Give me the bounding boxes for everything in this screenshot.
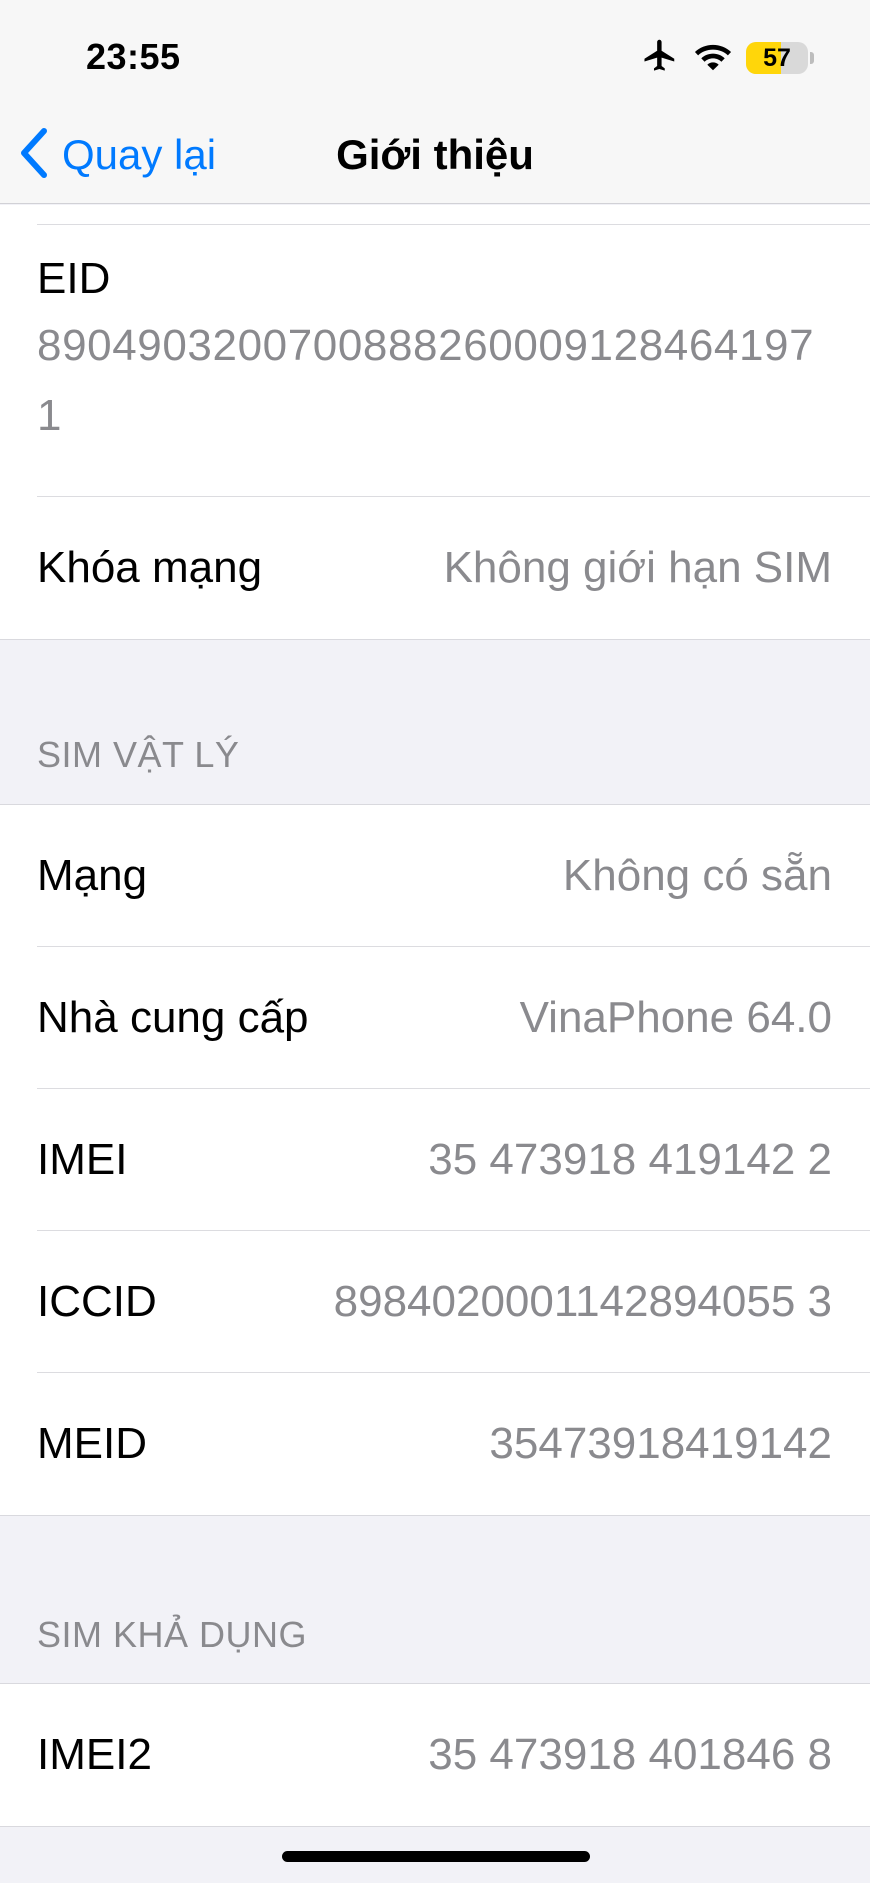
back-button[interactable]: Quay lại <box>18 124 216 186</box>
meid-row[interactable]: MEID 35473918419142 <box>37 1373 870 1515</box>
iccid-value: 8984020001142894055 3 <box>333 1276 832 1326</box>
iccid-label: ICCID <box>37 1276 157 1326</box>
imei2-label: IMEI2 <box>37 1730 152 1779</box>
battery-cap <box>810 52 814 64</box>
network-lock-label: Khóa mạng <box>37 543 263 592</box>
carrier-label: Nhà cung cấp <box>37 992 309 1042</box>
imei-value: 35 473918 419142 2 <box>428 1134 832 1184</box>
eid-row[interactable]: EID 89049032007008882600091284641971 <box>37 225 870 497</box>
section-header-available-sim: SIM KHẢ DỤNG <box>37 1614 308 1655</box>
network-value: Không có sẵn <box>562 850 832 900</box>
carrier-row[interactable]: Nhà cung cấp VinaPhone 64.0 <box>37 947 870 1089</box>
airplane-icon <box>640 37 680 80</box>
wifi-icon <box>694 39 732 78</box>
status-time: 23:55 <box>86 36 181 77</box>
eid-group: EID 89049032007008882600091284641971 Khó… <box>0 205 870 640</box>
chevron-left-icon <box>18 127 48 184</box>
eid-value: 89049032007008882600091284641971 <box>37 321 815 440</box>
network-lock-row[interactable]: Khóa mạng Không giới hạn SIM <box>37 497 870 639</box>
home-indicator[interactable] <box>282 1851 590 1862</box>
battery-icon: 57 <box>746 42 808 74</box>
physical-sim-group: Mạng Không có sẵn Nhà cung cấp VinaPhone… <box>0 804 870 1516</box>
about-screen: 23:55 57 Giới thiệu Quay lại EID 8904903… <box>0 0 870 1883</box>
network-lock-value: Không giới hạn SIM <box>443 543 832 592</box>
imei2-row[interactable]: IMEI2 35 473918 401846 8 <box>37 1684 870 1826</box>
imei-row[interactable]: IMEI 35 473918 419142 2 <box>37 1089 870 1231</box>
row-divider <box>37 205 870 225</box>
meid-value: 35473918419142 <box>489 1419 832 1468</box>
carrier-value: VinaPhone 64.0 <box>519 992 832 1042</box>
status-icons: 57 <box>640 38 814 78</box>
imei-label: IMEI <box>37 1134 128 1184</box>
status-bar: 23:55 57 <box>0 0 870 110</box>
meid-label: MEID <box>37 1419 147 1468</box>
imei2-value: 35 473918 401846 8 <box>428 1730 832 1779</box>
navigation-bar: Giới thiệu Quay lại <box>0 110 870 204</box>
available-sim-group: IMEI2 35 473918 401846 8 <box>0 1683 870 1827</box>
network-row[interactable]: Mạng Không có sẵn <box>37 805 870 947</box>
eid-label: EID <box>37 254 111 303</box>
iccid-row[interactable]: ICCID 8984020001142894055 3 <box>37 1231 870 1373</box>
back-label: Quay lại <box>62 131 217 178</box>
battery-level: 57 <box>763 44 791 72</box>
network-label: Mạng <box>37 850 148 900</box>
section-header-physical-sim: SIM VẬT LÝ <box>37 734 240 775</box>
